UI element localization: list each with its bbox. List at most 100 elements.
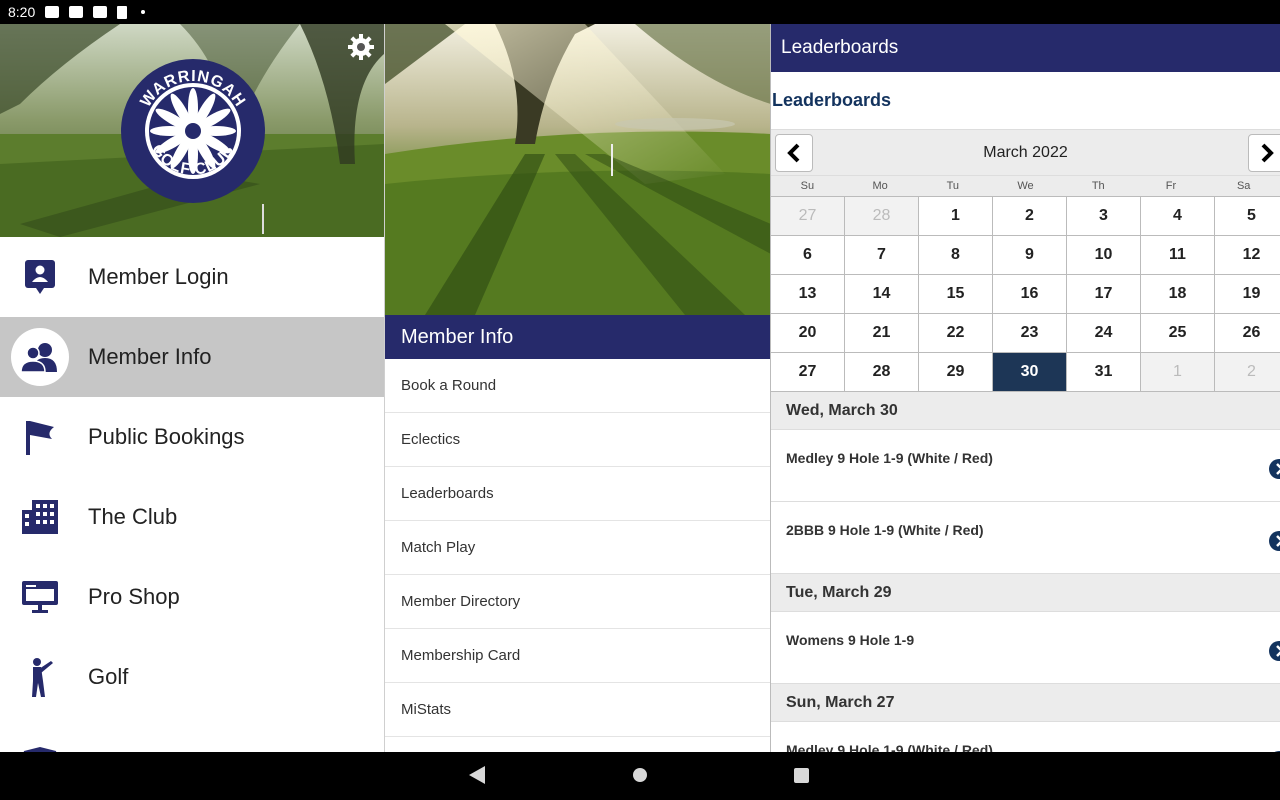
nav-item-pro-shop[interactable]: Pro Shop (0, 557, 384, 637)
nav-item-label: Member Login (88, 264, 229, 289)
pro-shop-icon (0, 557, 80, 637)
calendar-day[interactable]: 14 (845, 275, 919, 314)
weekday-label: We (1017, 180, 1034, 192)
status-time: 8:20 (8, 4, 36, 20)
back-button-icon[interactable] (469, 766, 485, 784)
message-notification-icon (69, 6, 84, 18)
leaderboards-panel: Leaderboards Leaderboards March 2022 Su … (770, 24, 1280, 752)
menu-item-eclectics[interactable]: Eclectics (385, 413, 770, 467)
calendar-day[interactable]: 23 (993, 314, 1067, 353)
calendar-day[interactable]: 2 (993, 197, 1067, 236)
calendar-day[interactable]: 21 (845, 314, 919, 353)
calendar-day[interactable]: 8 (919, 236, 993, 275)
weekday-label: Tu (946, 180, 960, 192)
menu-item-leaderboards[interactable]: Leaderboards (385, 467, 770, 521)
golf-course-photo (385, 24, 770, 315)
calendar-day[interactable]: 28 (845, 353, 919, 392)
main-nav: Member Login Member Info Public Bookings (0, 237, 384, 752)
settings-gear-icon[interactable] (346, 32, 376, 62)
calendar-day[interactable]: 11 (1141, 236, 1215, 275)
nav-item-the-club[interactable]: The Club (0, 477, 384, 557)
chevron-left-icon (787, 143, 800, 163)
nav-item-label: Public Bookings (88, 424, 245, 449)
nav-item-label: Member Info (88, 344, 212, 369)
menu-item-member-directory[interactable]: Member Directory (385, 575, 770, 629)
calendar-day[interactable]: 15 (919, 275, 993, 314)
menu-item-mistats[interactable]: MiStats (385, 683, 770, 737)
event-date-header: Wed, March 30 (771, 392, 1280, 430)
event-title: 2BBB 9 Hole 1-9 (White / Red) (786, 522, 984, 538)
calendar-day[interactable]: 31 (1067, 353, 1141, 392)
member-info-header: Member Info (385, 315, 770, 359)
status-bar: 8:20 (0, 0, 1280, 752)
club-logo: WARRINGAH GOLF CLUB (121, 59, 265, 203)
calendar-day[interactable]: 9 (993, 236, 1067, 275)
weekday-label: Su (800, 180, 815, 192)
nav-item-member-info[interactable]: Member Info (0, 317, 384, 397)
flag-icon (0, 397, 80, 477)
event-row[interactable]: Womens 9 Hole 1-9 (771, 612, 1280, 684)
next-month-button[interactable] (1248, 134, 1280, 172)
message-notification-icon (93, 6, 108, 18)
calendar-day[interactable]: 28 (845, 197, 919, 236)
calendar-day[interactable]: 13 (771, 275, 845, 314)
calendar-day[interactable]: 19 (1215, 275, 1280, 314)
calendar-day[interactable]: 24 (1067, 314, 1141, 353)
member-info-icon (11, 328, 69, 386)
nav-item-public-bookings[interactable]: Public Bookings (0, 397, 384, 477)
nav-item-member-login[interactable]: Member Login (0, 237, 384, 317)
home-button-icon[interactable] (632, 767, 648, 783)
menu-item-match-play[interactable]: Match Play (385, 521, 770, 575)
calendar-day[interactable]: 6 (771, 236, 845, 275)
calendar-day[interactable]: 18 (1141, 275, 1215, 314)
nav-item-golf[interactable]: Golf (0, 637, 384, 717)
calendar-day[interactable]: 17 (1067, 275, 1141, 314)
event-title: Womens 9 Hole 1-9 (786, 632, 915, 648)
calendar-day[interactable]: 20 (771, 314, 845, 353)
calendar-day-selected[interactable]: 30 (993, 353, 1067, 392)
event-list: Wed, March 30 Medley 9 Hole 1-9 (White /… (771, 392, 1280, 752)
calendar-day[interactable]: 10 (1067, 236, 1141, 275)
chevron-right-icon (1261, 143, 1274, 163)
calendar-day[interactable]: 7 (845, 236, 919, 275)
chevron-right-circle-icon (1269, 531, 1280, 551)
calendar-day[interactable]: 27 (771, 353, 845, 392)
calendar-day[interactable]: 4 (1141, 197, 1215, 236)
menu-item-book-a-round[interactable]: Book a Round (385, 359, 770, 413)
calendar-day[interactable]: 2 (1215, 353, 1280, 392)
calendar-day[interactable]: 3 (1067, 197, 1141, 236)
calendar-day[interactable]: 5 (1215, 197, 1280, 236)
event-date-header: Tue, March 29 (771, 574, 1280, 612)
more-notifications-icon (141, 10, 146, 14)
nav-item-label: Pro Shop (88, 584, 180, 609)
calendar-day[interactable]: 27 (771, 197, 845, 236)
recents-button-icon[interactable] (794, 768, 809, 783)
calendar-day[interactable]: 29 (919, 353, 993, 392)
calendar-day[interactable]: 16 (993, 275, 1067, 314)
calendar-day[interactable]: 22 (919, 314, 993, 353)
nav-item-label: The Club (88, 504, 178, 529)
member-login-icon (0, 237, 80, 317)
member-info-panel: Member Info Book a Round Eclectics Leade… (384, 24, 770, 752)
calendar-day[interactable]: 25 (1141, 314, 1215, 353)
golfer-icon (0, 637, 80, 717)
menu-item-membership-card[interactable]: Membership Card (385, 629, 770, 683)
calendar-day[interactable]: 1 (919, 197, 993, 236)
partial-item-icon (0, 717, 80, 752)
calendar-grid: 27 28 1 2 3 4 5 6 7 8 9 10 11 12 13 14 1… (771, 196, 1280, 392)
previous-month-button[interactable] (775, 134, 813, 172)
calendar-day[interactable]: 26 (1215, 314, 1280, 353)
event-title: Medley 9 Hole 1-9 (White / Red) (786, 742, 993, 752)
event-row[interactable]: Medley 9 Hole 1-9 (White / Red) (771, 722, 1280, 752)
nav-item-partial[interactable] (0, 717, 384, 752)
system-navigation-bar (0, 752, 1280, 800)
event-row[interactable]: Medley 9 Hole 1-9 (White / Red) (771, 430, 1280, 502)
page-title: Leaderboards (771, 72, 1280, 130)
calendar-day[interactable]: 12 (1215, 236, 1280, 275)
event-row[interactable]: 2BBB 9 Hole 1-9 (White / Red) (771, 502, 1280, 574)
event-date-header: Sun, March 27 (771, 684, 1280, 722)
weekday-label: Th (1091, 180, 1105, 192)
calendar-day[interactable]: 1 (1141, 353, 1215, 392)
calendar-month: March 2022 (983, 143, 1068, 161)
calendar-weekdays: Su Mo Tu We Th Fr Sa (771, 176, 1280, 196)
